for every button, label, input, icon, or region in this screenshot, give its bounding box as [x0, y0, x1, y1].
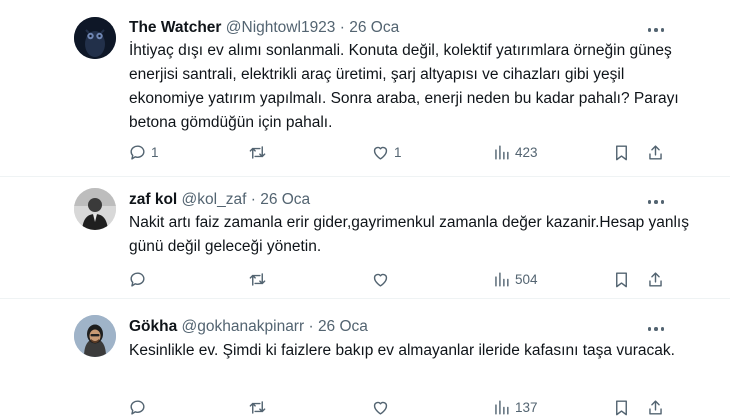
- separator-dot: ·: [339, 19, 345, 36]
- tweet-actions: 137: [0, 396, 730, 418]
- separator-dot: ·: [308, 318, 314, 335]
- share-icon: [649, 399, 662, 415]
- like-button[interactable]: [371, 268, 394, 290]
- view-count: 504: [515, 271, 538, 287]
- separator-dot: ·: [250, 191, 256, 208]
- bookmark-button[interactable]: [612, 396, 631, 418]
- tweet-text: Kesinlikle ev. Şimdi ki faizlere bakıp e…: [129, 342, 675, 359]
- heart-icon: [373, 273, 388, 287]
- retweet-icon: [249, 400, 266, 414]
- avatar[interactable]: [74, 315, 116, 357]
- tweet-date[interactable]: 26 Oca: [260, 191, 310, 208]
- share-icon: [649, 271, 662, 287]
- bookmark-icon: [616, 144, 627, 160]
- tweet-1[interactable]: The Watcher @Nightowl1923 · 26 Oca İhtiy…: [0, 0, 730, 178]
- avatar[interactable]: [74, 188, 116, 230]
- views-icon: [495, 271, 509, 287]
- tweet-header: The Watcher @Nightowl1923 · 26 Oca: [129, 18, 399, 38]
- like-count: 1: [394, 144, 402, 160]
- heart-icon: [373, 146, 388, 160]
- more-icon[interactable]: [645, 319, 667, 339]
- tweet-actions: 1 1 423: [0, 141, 730, 163]
- display-name[interactable]: The Watcher: [129, 19, 221, 36]
- share-icon: [649, 144, 662, 160]
- retweet-icon: [249, 145, 266, 159]
- reply-count: 1: [151, 144, 159, 160]
- tweet-date[interactable]: 26 Oca: [318, 318, 368, 335]
- user-handle[interactable]: @gokhanakpinarr: [182, 318, 305, 335]
- views-button[interactable]: 504: [492, 268, 538, 290]
- tweet-header: zaf kol @kol_zaf · 26 Oca: [129, 190, 310, 210]
- reply-button[interactable]: [128, 396, 151, 418]
- user-handle[interactable]: @kol_zaf: [182, 191, 247, 208]
- owl-avatar-icon: [74, 17, 116, 59]
- bookmark-icon: [616, 399, 627, 415]
- like-button[interactable]: [371, 396, 394, 418]
- share-button[interactable]: [646, 396, 665, 418]
- tweet-text: İhtiyaç dışı ev alımı sonlanmali. Konuta…: [129, 42, 679, 131]
- tweet-actions: 504: [0, 268, 730, 290]
- views-button[interactable]: 423: [492, 141, 538, 163]
- views-icon: [495, 399, 509, 415]
- bookmark-button[interactable]: [612, 141, 631, 163]
- bookmark-icon: [616, 271, 627, 287]
- reply-button[interactable]: [128, 268, 151, 290]
- retweet-button[interactable]: [248, 268, 271, 290]
- views-icon: [495, 144, 509, 160]
- tweet-divider: [0, 298, 730, 299]
- views-button[interactable]: 137: [492, 396, 538, 418]
- reply-icon: [130, 399, 145, 415]
- share-button[interactable]: [646, 141, 665, 163]
- tweet-3[interactable]: Gökha @gokhanakpinarr · 26 Oca Kesinlikl…: [0, 300, 730, 420]
- view-count: 423: [515, 144, 538, 160]
- tweet-date[interactable]: 26 Oca: [349, 19, 399, 36]
- reply-button[interactable]: 1: [128, 141, 159, 163]
- reply-icon: [130, 144, 145, 160]
- display-name[interactable]: zaf kol: [129, 191, 177, 208]
- avatar[interactable]: [74, 17, 116, 59]
- retweet-icon: [249, 272, 266, 286]
- retweet-button[interactable]: [248, 396, 271, 418]
- display-name[interactable]: Gökha: [129, 318, 177, 335]
- user-handle[interactable]: @Nightowl1923: [226, 19, 336, 36]
- more-icon[interactable]: [645, 192, 667, 212]
- tweet-divider: [0, 176, 730, 177]
- tweet-text: Nakit artı faiz zamanla erir gider,gayri…: [129, 214, 689, 255]
- view-count: 137: [515, 399, 538, 415]
- share-button[interactable]: [646, 268, 665, 290]
- person-avatar-icon: [74, 188, 116, 230]
- retweet-button[interactable]: [248, 141, 271, 163]
- like-button[interactable]: 1: [371, 141, 402, 163]
- tweet-header: Gökha @gokhanakpinarr · 26 Oca: [129, 317, 368, 337]
- heart-icon: [373, 401, 388, 415]
- bookmark-button[interactable]: [612, 268, 631, 290]
- tweet-2[interactable]: zaf kol @kol_zaf · 26 Oca Nakit artı fai…: [0, 178, 730, 298]
- more-icon[interactable]: [645, 20, 667, 40]
- person-avatar-icon: [74, 315, 116, 357]
- reply-icon: [130, 271, 145, 287]
